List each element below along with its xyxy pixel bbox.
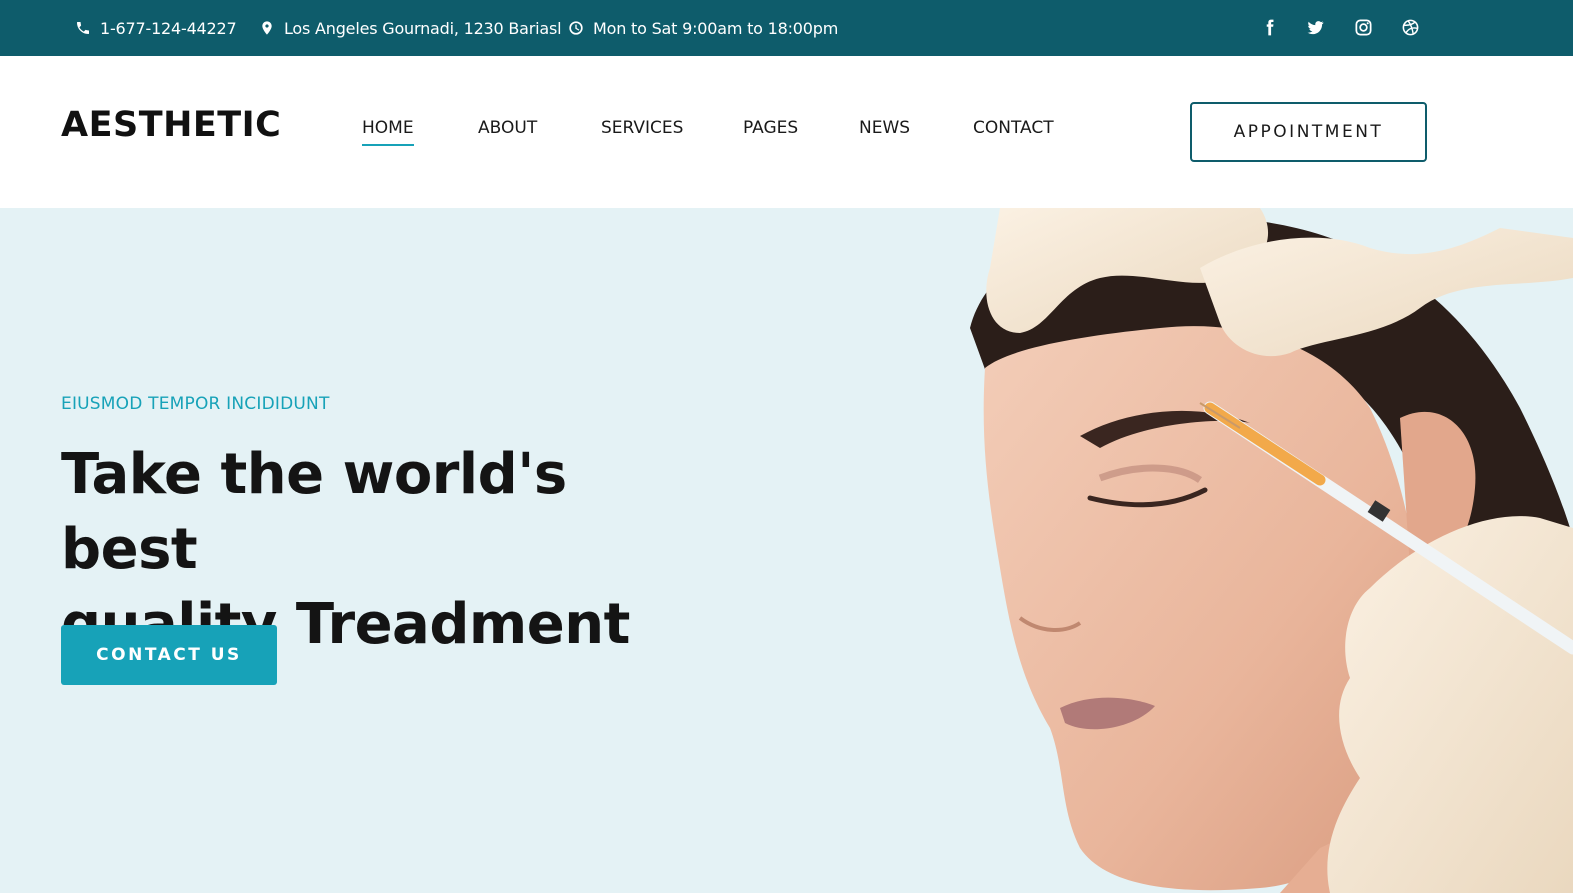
contact-us-button[interactable]: CONTACT US bbox=[61, 625, 277, 685]
facebook-link[interactable] bbox=[1257, 15, 1281, 39]
twitter-link[interactable] bbox=[1303, 15, 1327, 39]
top-bar: 1-677-124-44227 Los Angeles Gournadi, 12… bbox=[0, 0, 1573, 56]
twitter-icon bbox=[1307, 20, 1324, 34]
instagram-link[interactable] bbox=[1351, 15, 1375, 39]
hero-treatment-image bbox=[970, 208, 1573, 893]
nav-pages[interactable]: PAGES bbox=[743, 118, 798, 146]
phone-icon bbox=[77, 22, 89, 34]
dribbble-link[interactable] bbox=[1398, 15, 1422, 39]
hero-subtitle: EIUSMOD TEMPOR INCIDIDUNT bbox=[61, 394, 330, 414]
site-logo[interactable]: AESTHETIC bbox=[61, 105, 281, 145]
main-header: AESTHETIC HOME ABOUT SERVICES PAGES NEWS… bbox=[0, 56, 1573, 208]
location-pin-icon bbox=[262, 21, 272, 35]
dribbble-icon bbox=[1402, 19, 1418, 35]
phone-text: 1-677-124-44227 bbox=[100, 18, 237, 38]
hero-section: EIUSMOD TEMPOR INCIDIDUNT Take the world… bbox=[0, 208, 1573, 893]
address-text: Los Angeles Gournadi, 1230 Bariasl bbox=[284, 18, 562, 38]
nav-home[interactable]: HOME bbox=[362, 118, 414, 146]
nav-contact[interactable]: CONTACT bbox=[973, 118, 1054, 146]
contact-phone[interactable]: 1-677-124-44227 bbox=[75, 0, 237, 56]
nav-about[interactable]: ABOUT bbox=[478, 118, 537, 146]
opening-hours: Mon to Sat 9:00am to 18:00pm bbox=[568, 0, 838, 56]
facebook-icon bbox=[1266, 19, 1273, 35]
hours-text: Mon to Sat 9:00am to 18:00pm bbox=[593, 18, 839, 38]
clock-icon bbox=[569, 21, 583, 35]
appointment-button[interactable]: APPOINTMENT bbox=[1190, 102, 1427, 162]
hero-title-line-1: Take the world's best bbox=[61, 442, 567, 582]
instagram-icon bbox=[1355, 19, 1371, 35]
nav-services[interactable]: SERVICES bbox=[601, 118, 683, 146]
contact-address: Los Angeles Gournadi, 1230 Bariasl bbox=[259, 0, 562, 56]
nav-news[interactable]: NEWS bbox=[859, 118, 910, 146]
